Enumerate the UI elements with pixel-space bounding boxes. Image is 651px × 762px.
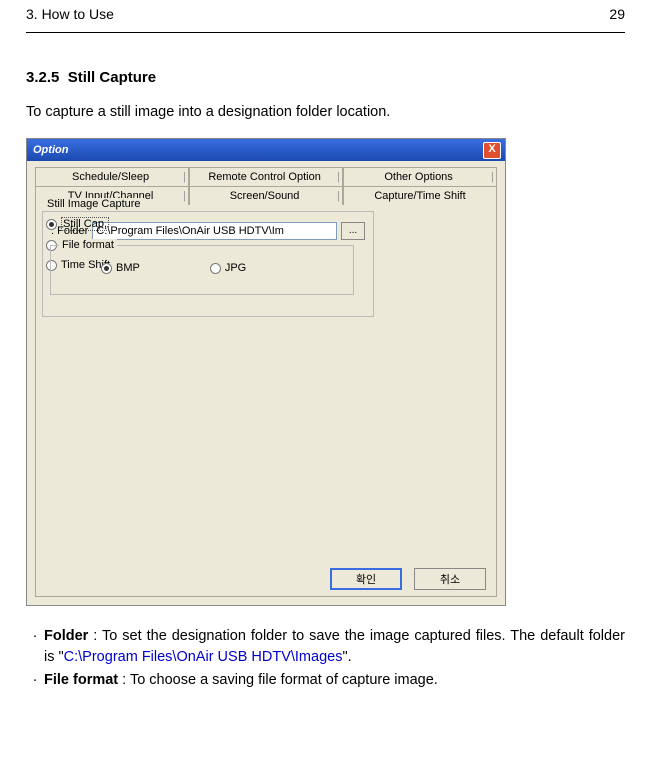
- radio-bmp[interactable]: BMP: [101, 262, 140, 274]
- cancel-button[interactable]: 취소: [414, 568, 486, 590]
- tab-other-options[interactable]: Other Options|: [343, 167, 497, 186]
- group-legend: Still Image Capture: [44, 198, 144, 210]
- radio-label-still: Still Cap,: [61, 217, 109, 231]
- desc-fileformat: File format : To choose a saving file fo…: [44, 670, 625, 691]
- radio-icon: [46, 219, 57, 230]
- radio-jpg[interactable]: JPG: [210, 262, 246, 274]
- page-header: 3. How to Use 29: [26, 0, 625, 33]
- radio-icon: [210, 263, 221, 274]
- file-format-group: File format BMP JPG: [50, 245, 354, 295]
- chapter-label: 3. How to Use: [26, 6, 114, 22]
- ok-button[interactable]: 확인: [330, 568, 402, 590]
- radio-label-jpg: JPG: [225, 262, 246, 274]
- close-button[interactable]: X: [483, 142, 501, 159]
- desc-folder: Folder : To set the designation folder t…: [44, 626, 625, 668]
- tab-schedule-sleep[interactable]: Schedule/Sleep|: [35, 167, 189, 186]
- browse-button[interactable]: ...: [341, 222, 365, 240]
- bullet-icon: ·: [26, 626, 44, 668]
- radio-label-bmp: BMP: [116, 262, 140, 274]
- dialog-title: Option: [33, 144, 68, 156]
- dialog-buttons: 확인 취소: [330, 568, 486, 590]
- option-dialog: Option X Schedule/Sleep| Remote Control …: [26, 138, 506, 606]
- page-number: 29: [609, 6, 625, 22]
- tab-screen-sound[interactable]: Screen/Sound|: [189, 186, 343, 205]
- tab-panel: Still Cap, Video Cap, Time Shift Still I…: [35, 205, 497, 597]
- titlebar: Option X: [27, 139, 505, 161]
- description-list: · Folder : To set the designation folder…: [26, 626, 625, 691]
- tab-remote-control[interactable]: Remote Control Option|: [189, 167, 343, 186]
- radio-icon: [101, 263, 112, 274]
- bullet-icon: ·: [26, 670, 44, 691]
- tab-capture-timeshift[interactable]: Capture/Time Shift: [343, 186, 497, 205]
- section-intro: To capture a still image into a designat…: [26, 104, 625, 120]
- group-legend: File format: [59, 239, 117, 251]
- radio-still-cap[interactable]: Still Cap,: [46, 217, 144, 231]
- section-title: 3.2.5 Still Capture: [26, 69, 625, 86]
